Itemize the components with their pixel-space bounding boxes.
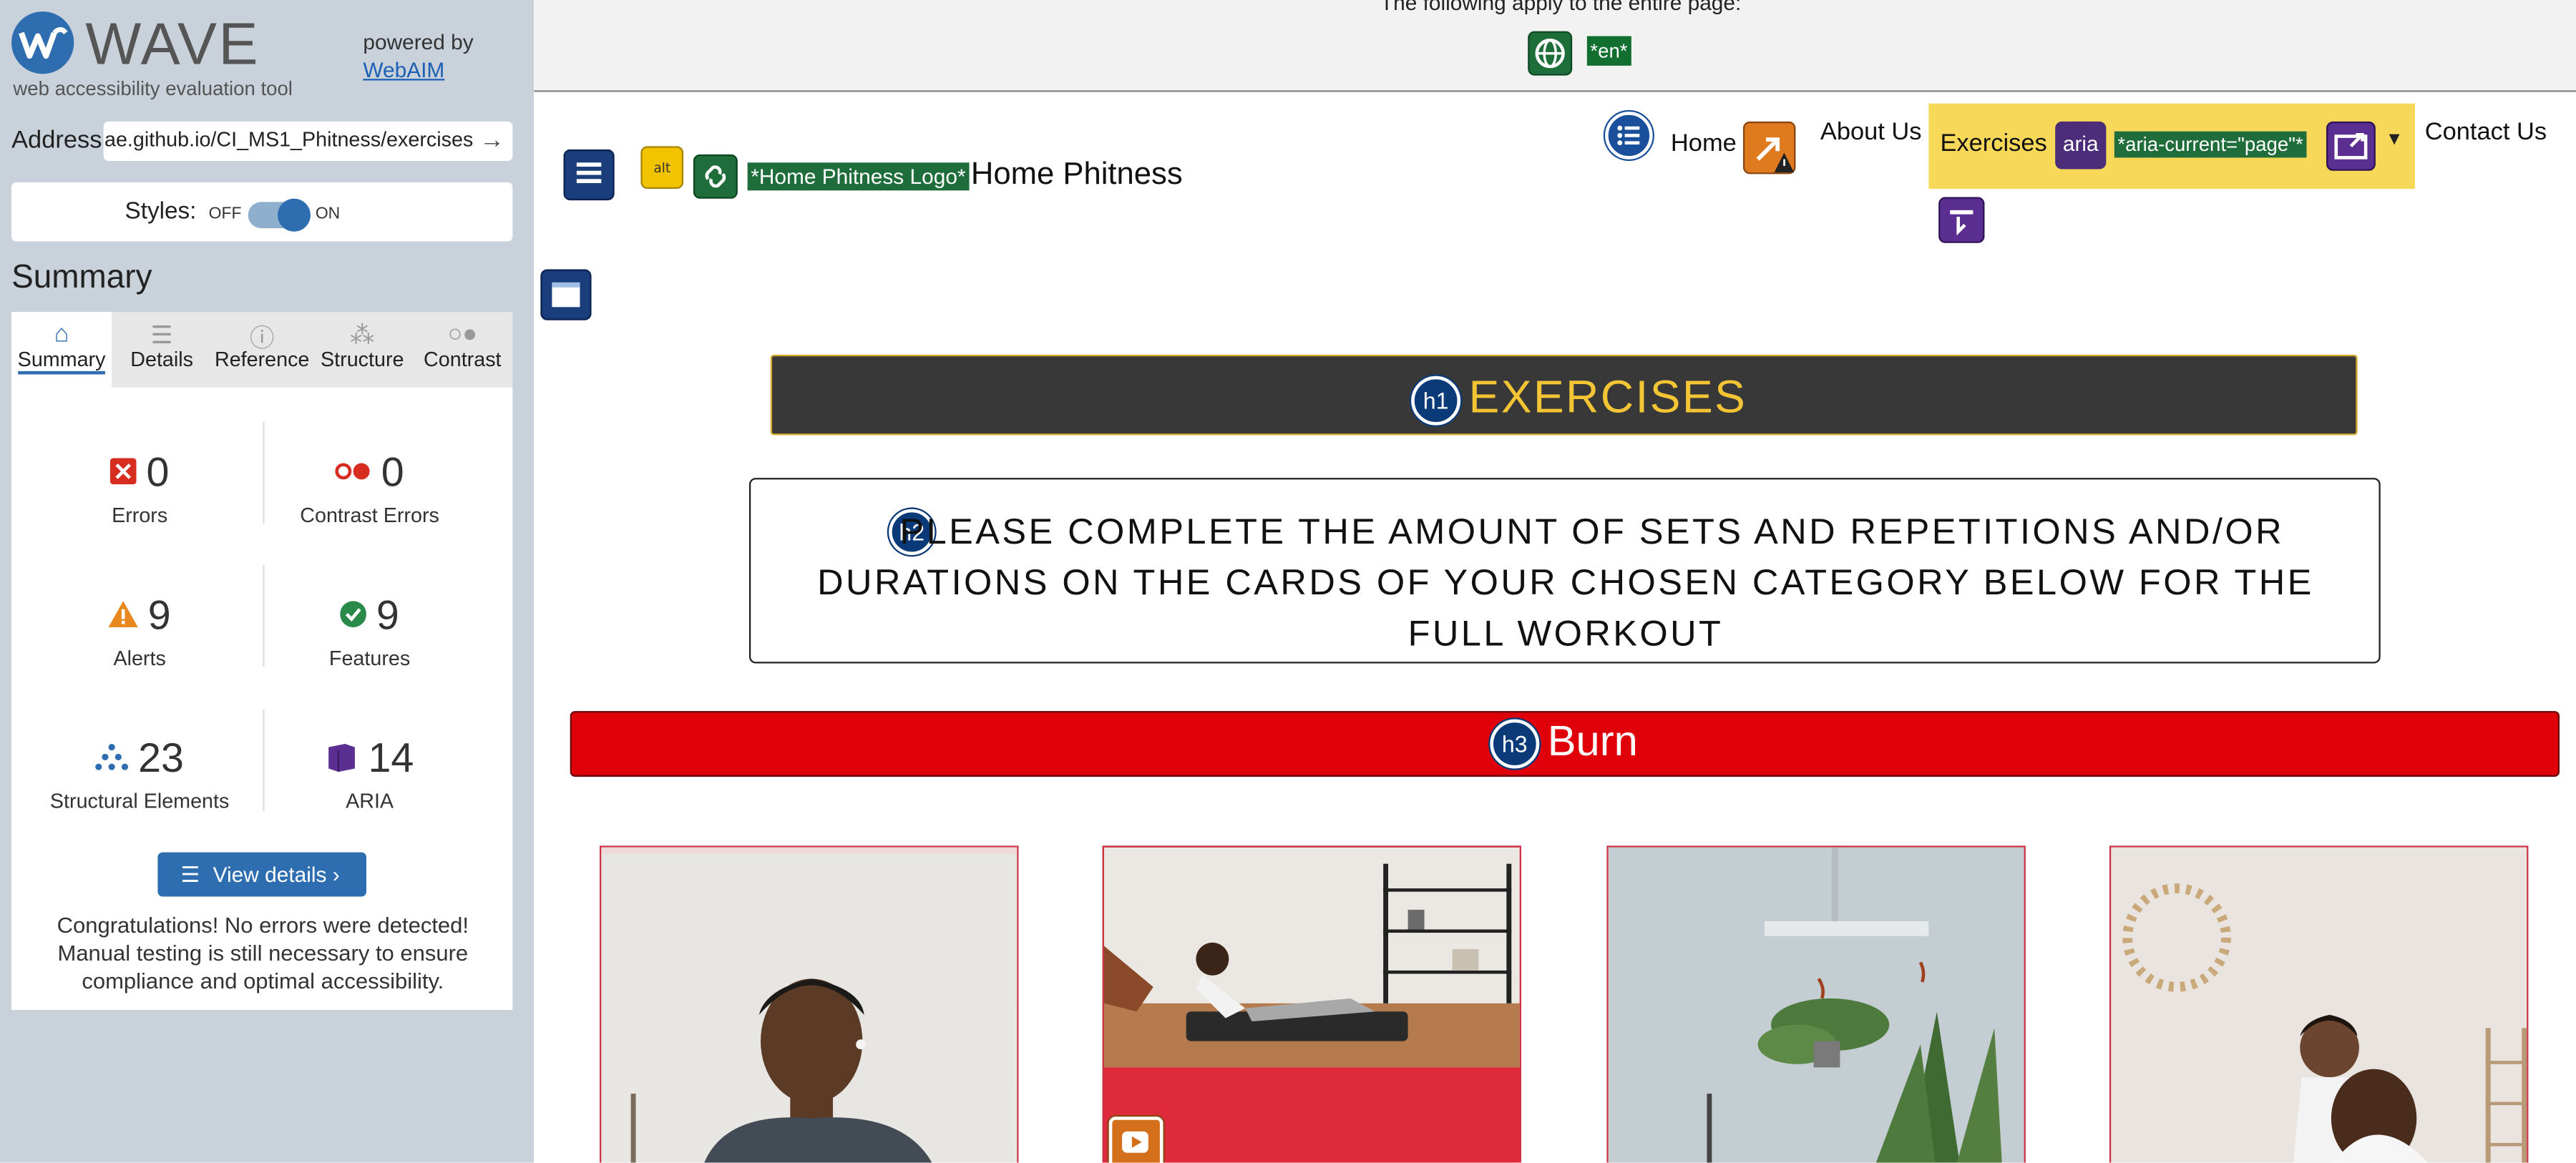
tab-contrast[interactable]: ○● Contrast [412, 312, 512, 388]
exercise-photo [2111, 847, 2527, 1163]
exercise-card[interactable] [1102, 845, 1522, 1163]
congrats-message: Congratulations! No errors were detected… [57, 913, 469, 994]
stat-alerts[interactable]: 9 Alerts [24, 593, 254, 670]
styles-off-label: OFF [208, 205, 242, 224]
summary-heading: Summary [11, 259, 152, 296]
aria-menu-icon[interactable] [1938, 197, 1985, 243]
aria-current-tag: *aria-current="page"* [2114, 131, 2307, 158]
page-apply-text: The following apply to the entire page: [1380, 0, 1742, 15]
list-icon: ☰ [180, 862, 200, 887]
chevron-down-icon[interactable]: ▼ [2386, 129, 2404, 149]
page-level-bar: The following apply to the entire page: … [534, 0, 2576, 92]
arrow-right-icon[interactable]: → [479, 127, 504, 154]
error-icon [109, 458, 137, 486]
exercise-photo [601, 847, 1018, 1163]
instructions-heading: PLEASE COMPLETE THE AMOUNT OF SETS AND R… [817, 511, 2314, 654]
address-label: Address: [11, 126, 109, 154]
exercise-photo [1103, 847, 1520, 1163]
wave-brand: WAVE [85, 9, 260, 77]
wave-tagline: web accessibility evaluation tool [13, 77, 293, 101]
exercise-photo [1608, 847, 2024, 1163]
alt-text-icon[interactable]: alt [640, 146, 684, 190]
contrast-icon: ○● [447, 320, 478, 348]
nav-contact-link[interactable]: Contact Us [2425, 118, 2547, 146]
nav-home-link[interactable]: Home [1671, 129, 1737, 157]
wave-sidebar: WAVE web accessibility evaluation tool p… [0, 0, 535, 1163]
wave-logo-icon [11, 11, 74, 74]
stat-structural[interactable]: 23 Structural Elements [24, 736, 254, 813]
structure-icon [95, 744, 129, 771]
aria-cube-icon [328, 744, 356, 772]
unordered-list-icon[interactable] [1605, 112, 1653, 160]
tab-bar: ⌂ Summary ☰ Details ⓘ Reference ⁂ Struct… [11, 312, 513, 388]
tab-details[interactable]: ☰ Details [112, 312, 212, 388]
page-title: EXERCISES [1468, 371, 1747, 423]
language-tag: *en* [1586, 36, 1631, 66]
redundant-link-alert-icon[interactable] [1742, 121, 1796, 175]
aria-icon[interactable]: aria [2055, 121, 2107, 170]
structure-icon: ⁂ [350, 321, 375, 350]
header-landmark-icon[interactable] [563, 149, 615, 201]
webaim-link[interactable]: WebAIM [363, 57, 444, 82]
tab-reference[interactable]: ⓘ Reference [212, 312, 312, 388]
burn-heading: Burn [1547, 716, 1638, 765]
language-globe-icon[interactable] [1528, 31, 1573, 76]
contrast-error-icon [335, 463, 370, 481]
linked-image-icon[interactable] [693, 154, 738, 199]
stat-features[interactable]: 9 Features [255, 593, 484, 670]
svg-text:alt: alt [653, 161, 670, 176]
video-alert-icon[interactable] [1108, 1117, 1163, 1163]
navigation-landmark-icon[interactable] [540, 269, 592, 320]
nav-exercises-link[interactable]: Exercises [1940, 129, 2046, 157]
aria-expanded-icon[interactable] [2326, 121, 2376, 171]
site-title[interactable]: Home Phitness [971, 157, 1183, 194]
h3-badge[interactable]: h3 [1490, 719, 1540, 769]
stat-aria[interactable]: 14 ARIA [255, 736, 484, 813]
tab-summary[interactable]: ⌂ Summary [11, 312, 112, 388]
feature-check-icon [340, 602, 367, 628]
styles-on-label: ON [315, 205, 341, 224]
styles-toggle-knob[interactable] [278, 198, 311, 232]
logo-alt-tag: *Home Phitness Logo* [747, 162, 970, 191]
exercise-card[interactable] [1606, 845, 2026, 1163]
list-icon: ☰ [150, 321, 173, 350]
styles-label: Styles: [125, 198, 197, 225]
evaluated-page: The following apply to the entire page: … [534, 0, 2576, 1163]
h1-badge[interactable]: h1 [1411, 376, 1461, 426]
tab-structure[interactable]: ⁂ Structure [312, 312, 412, 388]
exercise-card[interactable] [2109, 845, 2529, 1163]
home-icon: ⌂ [54, 320, 69, 348]
stat-errors[interactable]: 0 Errors [24, 450, 254, 527]
info-icon: ⓘ [249, 325, 275, 353]
stat-contrast-errors[interactable]: 0 Contrast Errors [255, 450, 484, 527]
nav-about-link[interactable]: About Us [1820, 118, 1922, 146]
exercise-card[interactable] [600, 845, 1019, 1163]
view-details-button[interactable]: ☰ View details › [157, 852, 366, 897]
address-input[interactable]: https://jae.github.io/CI_MS1_Phitness/ex… [103, 121, 513, 161]
powered-by-label: powered by [363, 29, 474, 54]
alert-icon [108, 602, 138, 628]
